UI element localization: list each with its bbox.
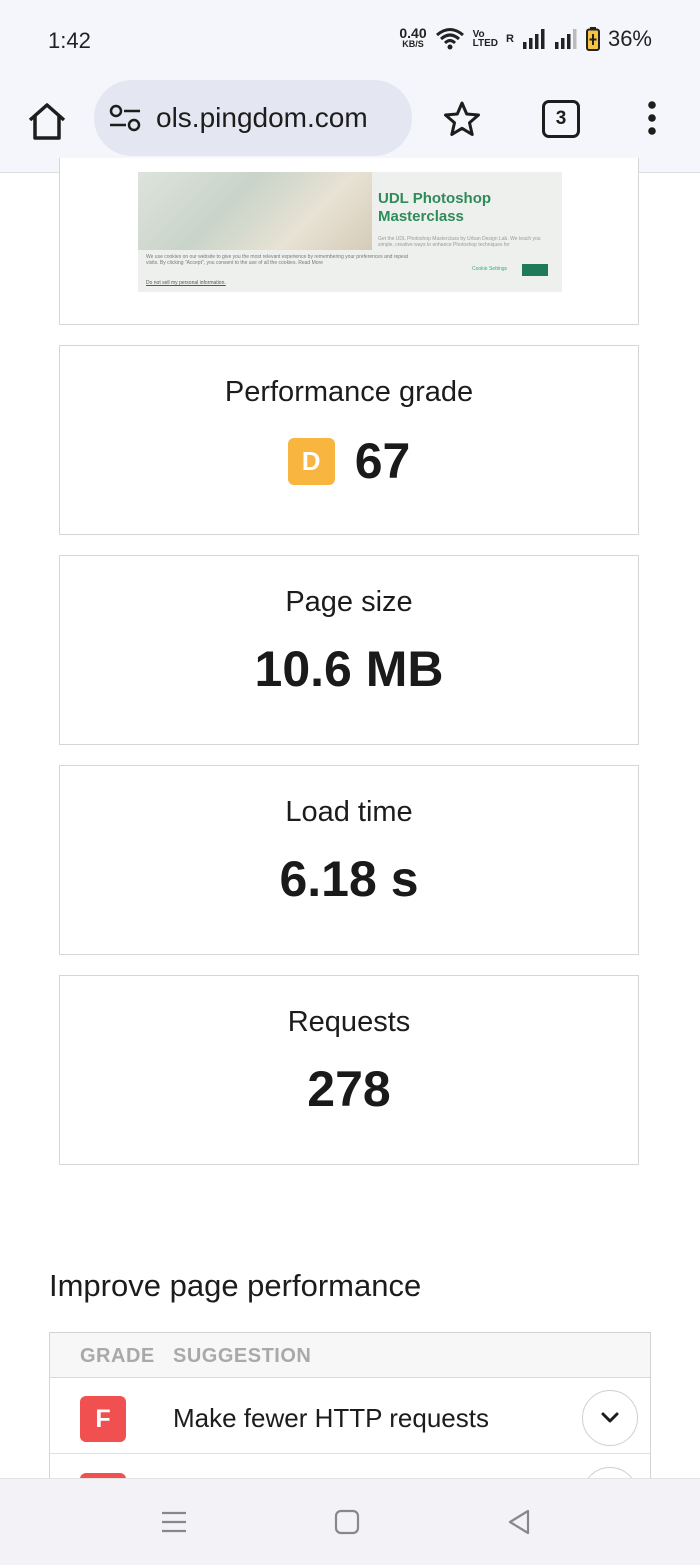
- network-speed-unit: KB/S: [402, 39, 424, 49]
- row-grade-badge: F: [80, 1396, 126, 1442]
- status-time: 1:42: [48, 28, 91, 53]
- network-speed-value: 0.40: [399, 25, 427, 41]
- status-bar: 1:42 0.40 KB/S Vo LTED R 36%: [0, 0, 700, 78]
- system-nav-bar: [0, 1478, 700, 1565]
- recent-apps-icon[interactable]: [159, 1507, 189, 1537]
- roaming-indicator: R: [506, 33, 514, 45]
- requests-card: Requests 278: [59, 975, 639, 1165]
- page-size-label: Page size: [285, 586, 413, 618]
- screenshot-cookie-text: We use cookies on our website to give yo…: [146, 254, 408, 266]
- url-text: ols.pingdom.com: [156, 102, 368, 133]
- header-grade: GRADE: [80, 1345, 155, 1367]
- status-icons: 0.40 KB/S Vo LTED R 36%: [399, 26, 652, 52]
- table-header: GRADE SUGGESTION: [50, 1333, 650, 1378]
- signal-icon-2: [554, 29, 577, 49]
- screenshot-hero-image: [138, 172, 372, 250]
- row-suggestion: Make fewer HTTP requests: [173, 1403, 489, 1433]
- screenshot-title: UDL Photoshop Masterclass: [378, 190, 492, 225]
- screenshot-subtitle: Get the UDL Photoshop Masterclass by Urb…: [378, 236, 541, 248]
- address-bar[interactable]: ols.pingdom.com: [94, 80, 412, 156]
- tab-switcher-button[interactable]: 3: [542, 100, 580, 138]
- battery-icon: [585, 27, 600, 51]
- expand-chevron-icon[interactable]: [582, 1390, 638, 1446]
- battery-percent: 36%: [607, 26, 652, 51]
- home-icon[interactable]: [24, 98, 70, 144]
- suggestions-table: GRADE SUGGESTION F Make fewer HTTP reque…: [49, 1332, 651, 1478]
- page-screenshot: UDL Photoshop Masterclass Get the UDL Ph…: [138, 172, 562, 292]
- screenshot-accept-button: [522, 264, 548, 276]
- table-row[interactable]: F Make fewer HTTP requests: [50, 1377, 650, 1454]
- requests-label: Requests: [287, 1006, 411, 1038]
- performance-grade-row: D 67: [60, 432, 638, 490]
- screenshot-cookie-settings: Cookie Settings: [472, 266, 508, 272]
- signal-icon: [522, 29, 545, 49]
- performance-score: 67: [354, 433, 411, 489]
- site-settings-icon[interactable]: [108, 104, 142, 132]
- grade-badge: D: [287, 437, 335, 485]
- header-suggestion: SUGGESTION: [173, 1345, 312, 1367]
- screenshot-do-not-sell: Do not sell my personal information.: [146, 280, 226, 286]
- load-time-card: Load time 6.18 s: [59, 765, 639, 955]
- page-size-card: Page size 10.6 MB: [59, 555, 639, 745]
- volte-bottom: LTED: [472, 38, 498, 49]
- table-row[interactable]: [50, 1454, 650, 1478]
- performance-grade-card: Performance grade D 67: [59, 345, 639, 535]
- volte-icon: Vo LTED: [472, 30, 498, 49]
- wifi-icon: [435, 28, 464, 50]
- expand-chevron-icon[interactable]: [582, 1467, 638, 1478]
- requests-value: 278: [307, 1061, 391, 1117]
- load-time-value: 6.18 s: [279, 851, 419, 907]
- more-menu-icon[interactable]: [640, 98, 664, 138]
- performance-grade-label: Performance grade: [224, 376, 474, 408]
- home-nav-icon[interactable]: [332, 1507, 362, 1537]
- page-size-value: 10.6 MB: [254, 641, 444, 697]
- bookmark-star-icon[interactable]: [442, 99, 482, 139]
- page-screenshot-card: UDL Photoshop Masterclass Get the UDL Ph…: [59, 158, 639, 325]
- load-time-label: Load time: [285, 796, 413, 828]
- improve-section-title: Improve page performance: [49, 1268, 422, 1303]
- network-speed: 0.40 KB/S: [399, 25, 427, 50]
- back-icon[interactable]: [504, 1507, 534, 1537]
